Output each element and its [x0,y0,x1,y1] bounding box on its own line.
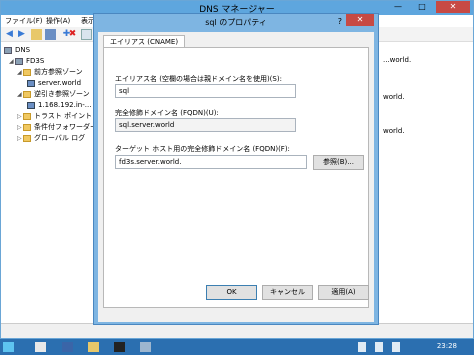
maximize-button[interactable]: □ [411,1,433,13]
dns-manager-taskbar-icon[interactable] [140,342,151,352]
tree-label: 条件付フォワーダー [34,123,97,131]
fqdn-field: sql.server.world [115,118,296,132]
record-data-cell: ...world. [383,56,412,64]
menu-action[interactable]: 操作(A) [46,16,70,26]
tree-item-trust-points[interactable]: ▷ トラスト ポイント [17,111,92,121]
flag-icon[interactable] [358,342,366,352]
server-icon [15,57,23,65]
tree-item-forward-zone[interactable]: server.world [27,78,81,88]
dialog-titlebar[interactable]: sql のプロパティ ? ✕ [94,14,378,30]
back-arrow-icon[interactable]: ◀ [4,29,15,40]
target-label: ターゲット ホスト用の完全修飾ドメイン名 (FQDN)(F): [115,145,290,153]
menu-file[interactable]: ファイル(F) [5,16,43,26]
tree-item-conditional-forwarders[interactable]: ▷ 条件付フォワーダー [17,122,97,132]
forward-arrow-icon[interactable]: ▶ [16,29,27,40]
tree-label: トラスト ポイント [34,112,93,120]
console-tree-icon[interactable] [45,29,56,40]
status-bar [1,323,473,338]
tree-item-global-logs[interactable]: ▷ グローバル ログ [17,133,85,143]
tree-label: 前方参照ゾーン [34,68,83,76]
properties-dialog: sql のプロパティ ? ✕ エイリアス (CNAME) エイリアス名 (空欄の… [93,13,379,325]
tree-item-reverse-zone[interactable]: 1.168.192.in-... [27,100,91,110]
cancel-button[interactable]: キャンセル [262,285,313,300]
zone-icon [27,79,35,87]
tree-label: 1.168.192.in-... [38,101,92,109]
help-button[interactable]: ? [338,17,342,26]
folder-icon [23,68,31,76]
tree-label: FD3S [26,57,45,65]
clock[interactable]: 23:28 [437,342,457,350]
tree-label: 逆引き参照ゾーン [34,90,90,98]
dialog-title: sql のプロパティ [205,18,267,27]
folder-icon [23,134,31,142]
minimize-button[interactable]: — [387,1,409,13]
server-manager-icon[interactable] [35,342,46,352]
alias-input[interactable]: sql [115,84,296,98]
start-icon[interactable] [3,342,14,352]
tree-label: DNS [15,46,31,54]
properties-icon[interactable] [81,29,92,40]
network-icon[interactable] [375,342,383,352]
record-data-cell: world. [383,127,405,135]
taskbar: 23:28 [0,339,474,355]
command-prompt-icon[interactable] [114,342,125,352]
folder-icon [23,123,31,131]
fqdn-label: 完全修飾ドメイン名 (FQDN)(U): [115,109,219,117]
apply-button[interactable]: 適用(A) [318,285,369,300]
console-tree: DNS ◢ FD3S ◢ 前方参照ゾーン server.world ◢ 逆引き参… [1,43,97,323]
folder-icon [23,112,31,120]
tree-item-server[interactable]: ◢ FD3S [9,56,44,66]
zone-icon [27,101,35,109]
dns-icon [4,46,12,54]
powershell-icon[interactable] [62,342,73,352]
folder-icon [23,90,31,98]
tree-item-dns[interactable]: DNS [4,45,30,55]
alias-label: エイリアス名 (空欄の場合は親ドメイン名を使用)(S): [115,75,282,83]
tree-label: server.world [38,79,82,87]
tree-item-reverse-zones[interactable]: ◢ 逆引き参照ゾーン [17,89,90,99]
tree-item-forward-zones[interactable]: ◢ 前方参照ゾーン [17,67,83,77]
up-folder-icon[interactable] [31,29,42,40]
dialog-body: エイリアス (CNAME) エイリアス名 (空欄の場合は親ドメイン名を使用)(S… [98,32,374,322]
browse-button[interactable]: 参照(B)... [313,155,364,170]
close-button[interactable]: ✕ [436,1,470,13]
target-host-input[interactable]: fd3s.server.world. [115,155,307,169]
dialog-close-button[interactable]: ✕ [346,14,374,26]
delete-icon[interactable]: ✖ [67,29,78,40]
tree-label: グローバル ログ [34,134,86,142]
file-explorer-icon[interactable] [88,342,99,352]
ok-button[interactable]: OK [206,285,257,300]
record-data-cell: world. [383,93,405,101]
volume-icon[interactable] [392,342,400,352]
tab-panel: エイリアス名 (空欄の場合は親ドメイン名を使用)(S): sql 完全修飾ドメイ… [103,47,369,308]
